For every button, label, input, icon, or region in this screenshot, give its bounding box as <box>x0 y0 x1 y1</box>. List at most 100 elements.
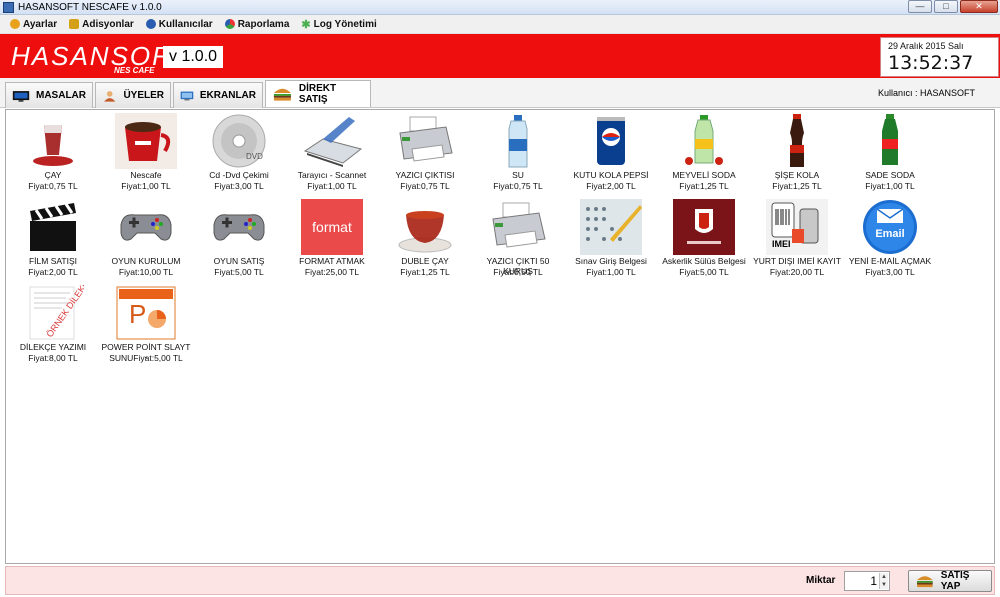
cola-bottle-icon <box>790 114 804 167</box>
log-icon: ✱ <box>301 18 311 31</box>
tab-label: DİREKT SATIŞ <box>298 83 337 105</box>
menu-label: Log Yönetimi <box>313 18 377 30</box>
clock-date: 29 Aralık 2015 Salı <box>888 41 964 51</box>
soda-bottle-icon <box>882 114 898 165</box>
spin-up-icon[interactable]: ▲ <box>880 573 888 581</box>
product-item[interactable]: ÖRNEK DİLEKÇE DİLEKÇE YAZIMI Fiyat:8,00 … <box>7 283 99 369</box>
exam-sheet-icon <box>580 199 642 255</box>
product-item[interactable]: Askerlik Sülüs Belgesi Fiyat:5,00 TL <box>658 197 750 283</box>
product-item[interactable]: Nescafe Fiyat:1,00 TL <box>100 111 192 197</box>
product-item[interactable]: P POWER POİNT SLAYT - SUNUFiyat:5,00 TL <box>100 283 192 369</box>
wallet-icon <box>69 19 80 29</box>
window-controls: — □ ✕ <box>908 0 998 13</box>
product-price: Fiyat:20,00 TL <box>769 267 825 277</box>
product-item[interactable]: YAZICI ÇIKTI 50 KURUŞ Fiyat:0,50 TL <box>472 197 564 283</box>
product-item[interactable]: Sınav Giriş Belgesi Fiyat:1,00 TL <box>565 197 657 283</box>
product-item[interactable]: YAZICI ÇIKTISI Fiyat:0,75 TL <box>379 111 471 197</box>
spin-buttons[interactable]: ▲ ▼ <box>879 573 888 589</box>
monitor-icon <box>12 90 30 102</box>
screen-icon <box>180 91 194 100</box>
product-name: Askerlik Sülüs Belgesi <box>662 256 746 266</box>
product-item[interactable]: ŞİŞE KOLA Fiyat:1,25 TL <box>751 111 843 197</box>
burger-icon <box>916 576 933 588</box>
menu-label: Adisyonlar <box>82 18 134 30</box>
window-title: HASANSOFT NESCAFE v 1.0.0 <box>18 1 162 13</box>
product-name: Tarayıcı - Scannet <box>297 170 367 180</box>
product-name: YURT DIŞI IMEİ KAYIT <box>753 256 841 266</box>
product-price: Fiyat:2,00 TL <box>28 267 78 277</box>
menu-log-yonetimi[interactable]: ✱ Log Yönetimi <box>295 15 382 34</box>
spin-down-icon[interactable]: ▼ <box>880 581 888 589</box>
tab-direkt-satis[interactable]: DİREKT SATIŞ <box>265 80 371 107</box>
product-item[interactable]: format FORMAT ATMAK Fiyat:25,00 TL <box>286 197 378 283</box>
tab-label: MASALAR <box>36 90 86 101</box>
product-item[interactable]: OYUN KURULUM Fiyat:10,00 TL <box>100 197 192 283</box>
app-logo: HASANSOFT <box>11 41 188 71</box>
quantity-value: 1 <box>870 574 877 588</box>
tab-uyeler[interactable]: ÜYELER <box>95 82 171 108</box>
product-price: Fiyat:5,00 TL <box>214 267 264 277</box>
menu-raporlama[interactable]: Raporlama <box>219 15 296 34</box>
clock-panel: 29 Aralık 2015 Salı 13:52:37 <box>880 37 999 77</box>
version-label: v 1.0.0 <box>163 46 224 68</box>
title-bar: HASANSOFT NESCAFE v 1.0.0 — □ ✕ <box>0 0 1000 15</box>
printer-icon <box>399 116 453 162</box>
current-user: Kullanıcı : HASANSOFT <box>877 88 975 98</box>
product-item[interactable]: DVD Cd -Dvd Çekimi Fiyat:3,00 TL <box>193 111 285 197</box>
product-item[interactable]: KUTU KOLA PEPSİ Fiyat:2,00 TL <box>565 111 657 197</box>
product-price: Fiyat:2,00 TL <box>586 181 636 191</box>
tab-bar: MASALAR ÜYELER EKRANLAR DİREKT SATIŞ Kul… <box>0 78 1000 108</box>
menu-ayarlar[interactable]: Ayarlar <box>4 15 63 34</box>
chart-icon <box>224 19 235 29</box>
dvd-icon: DVD <box>212 114 266 168</box>
format-icon: format <box>301 199 363 255</box>
menu-bar: Ayarlar Adisyonlar Kullanıcılar Raporlam… <box>0 15 1000 34</box>
product-price: Fiyat:3,00 TL <box>214 181 264 191</box>
product-name: YAZICI ÇIKTISI <box>395 170 455 180</box>
app-header: HASANSOFT NES CAFE v 1.0.0 <box>0 34 1000 78</box>
product-price: Fiyat:8,00 TL <box>28 353 78 363</box>
printer-icon <box>492 202 546 248</box>
email-text: Email <box>875 228 905 240</box>
svg-text:DVD: DVD <box>246 152 263 161</box>
menu-kullanicilar[interactable]: Kullanıcılar <box>140 15 219 34</box>
product-name: OYUN KURULUM <box>111 256 181 266</box>
fruit-soda-icon <box>685 115 723 165</box>
product-item[interactable]: MEYVELİ SODA Fiyat:1,25 TL <box>658 111 750 197</box>
product-item[interactable]: SU Fiyat:0,75 TL <box>472 111 564 197</box>
close-button[interactable]: ✕ <box>960 0 998 13</box>
imei-text: IMEI <box>772 239 791 249</box>
clock-time: 13:52:37 <box>888 52 974 74</box>
menu-label: Ayarlar <box>23 18 58 30</box>
product-name: Cd -Dvd Çekimi <box>209 170 269 180</box>
minimize-button[interactable]: — <box>908 0 932 13</box>
sales-footer: Miktar 1 ▲ ▼ SATIŞ YAP <box>5 566 995 595</box>
product-item[interactable]: OYUN SATIŞ Fiyat:5,00 TL <box>193 197 285 283</box>
product-name: OYUN SATIŞ <box>213 256 265 266</box>
tab-masalar[interactable]: MASALAR <box>5 82 93 108</box>
tab-ekranlar[interactable]: EKRANLAR <box>173 82 263 108</box>
quantity-stepper[interactable]: 1 ▲ ▼ <box>844 571 890 591</box>
user-icon <box>104 90 116 102</box>
product-price: Fiyat:0,75 TL <box>493 181 543 191</box>
product-item[interactable]: Tarayıcı - Scannet Fiyat:1,00 TL <box>286 111 378 197</box>
product-name: ÇAY <box>44 170 62 180</box>
product-price: Fiyat:1,25 TL <box>400 267 450 277</box>
scanner-icon <box>303 117 363 167</box>
maximize-button[interactable]: □ <box>934 0 958 13</box>
product-item[interactable]: FİLM SATIŞI Fiyat:2,00 TL <box>7 197 99 283</box>
product-price: Fiyat:1,00 TL <box>121 181 171 191</box>
product-price: Fiyat:0,50 TL <box>493 267 543 277</box>
product-item[interactable]: Email YENİ E-MAİL AÇMAK Fiyat:3,00 TL <box>844 197 936 283</box>
app-icon <box>3 1 14 13</box>
product-name: SU <box>512 170 524 180</box>
product-item[interactable]: ÇAY Fiyat:0,75 TL <box>7 111 99 197</box>
product-price: Fiyat:1,25 TL <box>772 181 822 191</box>
menu-adisyonlar[interactable]: Adisyonlar <box>63 15 140 34</box>
sell-button[interactable]: SATIŞ YAP <box>908 570 992 592</box>
product-item[interactable]: SADE SODA Fiyat:1,00 TL <box>844 111 936 197</box>
product-item[interactable]: DUBLE ÇAY Fiyat:1,25 TL <box>379 197 471 283</box>
product-item[interactable]: IMEI YURT DIŞI IMEİ KAYIT Fiyat:20,00 TL <box>751 197 843 283</box>
product-price: Fiyat:1,00 TL <box>307 181 357 191</box>
gamepad-icon <box>213 214 265 241</box>
